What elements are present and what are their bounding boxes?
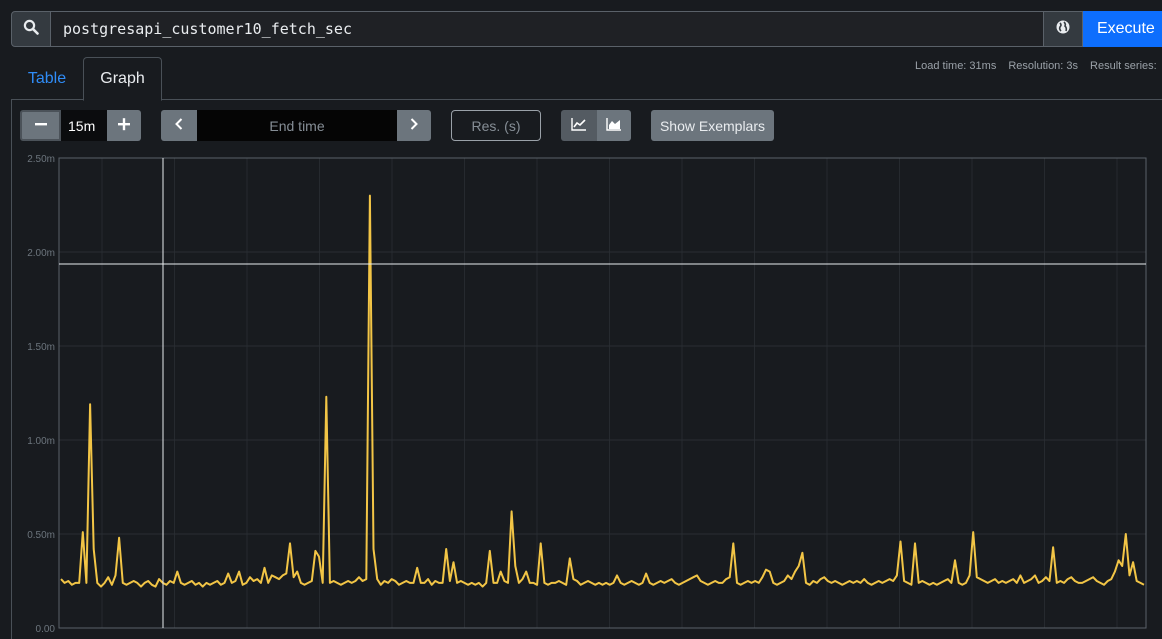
- prev-time-button[interactable]: [161, 110, 197, 141]
- chevron-left-icon: [173, 115, 185, 136]
- range-input[interactable]: 15m: [61, 110, 107, 141]
- result-series: Result series:: [1090, 60, 1157, 72]
- decrease-range-button[interactable]: [20, 110, 61, 141]
- stacked-chart-button[interactable]: [597, 110, 631, 141]
- chevron-right-icon: [408, 115, 420, 136]
- stacked-chart-icon: [606, 115, 622, 136]
- resolution: Resolution: 3s: [1008, 60, 1079, 72]
- resolution-input[interactable]: Res. (s): [451, 110, 541, 141]
- query-bar: postgresapi_customer10_fetch_sec Execute: [11, 11, 1162, 47]
- query-stats: Load time: 31ms Resolution: 3s Result se…: [915, 60, 1157, 72]
- plus-icon: [117, 115, 131, 136]
- tab-graph[interactable]: Graph: [83, 57, 162, 101]
- plot-frame: [58, 157, 1147, 629]
- y-tick-label: 2.00m: [27, 248, 55, 259]
- y-tick-label: 1.00m: [27, 436, 55, 447]
- y-tick-label: 0.00: [36, 624, 56, 635]
- series-line: [60, 194, 1145, 588]
- globe-icon: [1055, 19, 1071, 40]
- line-chart-icon: [571, 115, 587, 136]
- y-tick-label: 2.50m: [27, 154, 55, 165]
- minus-icon: [34, 115, 48, 136]
- next-time-button[interactable]: [397, 110, 431, 141]
- y-tick-label: 1.50m: [27, 342, 55, 353]
- search-icon: [23, 19, 39, 40]
- query-input[interactable]: postgresapi_customer10_fetch_sec: [50, 11, 1044, 47]
- end-time-input[interactable]: End time: [197, 110, 397, 141]
- increase-range-button[interactable]: [107, 110, 141, 141]
- line-chart-button[interactable]: [561, 110, 597, 141]
- show-exemplars-button[interactable]: Show Exemplars: [651, 110, 774, 141]
- view-tabs: Table Graph: [11, 57, 162, 101]
- execute-button[interactable]: Execute: [1082, 11, 1162, 47]
- load-time: Load time: 31ms: [915, 60, 997, 72]
- y-tick-label: 0.50m: [27, 530, 55, 541]
- tab-table[interactable]: Table: [11, 57, 83, 100]
- line-chart: 0.00 0.50m 1.00m 1.50m 2.00m 2.50m: [27, 154, 1147, 635]
- search-button[interactable]: [11, 11, 51, 47]
- metrics-explorer-button[interactable]: [1043, 11, 1083, 47]
